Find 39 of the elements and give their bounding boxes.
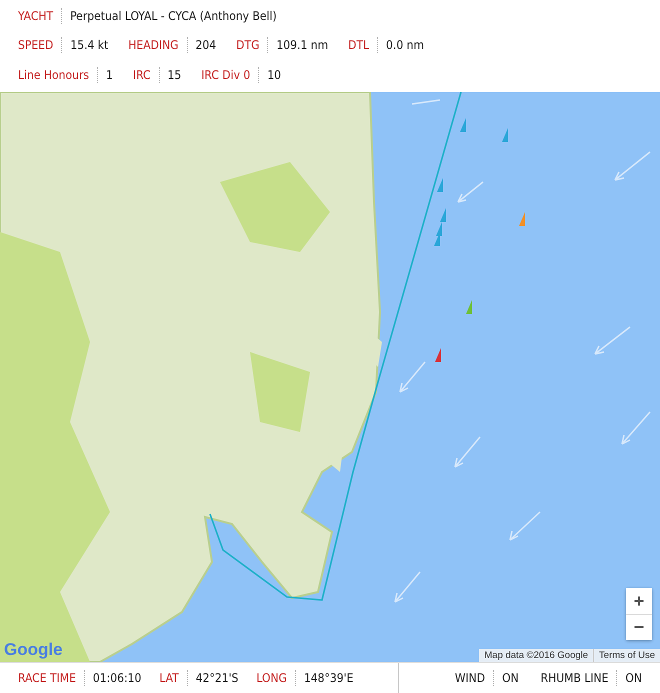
wind-arrow [454, 436, 481, 468]
terms-link[interactable]: Terms of Use [593, 649, 660, 662]
wind-arrow [509, 511, 541, 541]
field-label: IRC Div 0 [201, 68, 250, 82]
field-label: RACE TIME [18, 671, 76, 685]
wind-arrow [399, 361, 426, 393]
toggle-button[interactable]: ON [625, 671, 642, 685]
map-logo: Google [4, 640, 63, 660]
field-value: 42°21'S [196, 671, 238, 685]
field-value: 109.1 nm [276, 38, 328, 52]
field-value: 148°39'E [304, 671, 354, 685]
field-value: 0.0 nm [386, 38, 424, 52]
field-label: DTG [236, 38, 260, 52]
field-value: 10 [267, 68, 282, 82]
field-value: 15.4 kt [70, 38, 108, 52]
wind-arrow [621, 411, 651, 445]
toggle-label: RHUMB LINE [540, 671, 608, 685]
field-label: HEADING [128, 38, 179, 52]
field-value: 1 [106, 68, 113, 82]
field-label: SPEED [18, 38, 54, 52]
toggle-label: WIND [454, 671, 486, 685]
field-value: Perpetual LOYAL - CYCA (Anthony Bell) [70, 8, 277, 22]
map-attribution: Map data ©2016 Google [483, 649, 590, 662]
field-label: DTL [348, 38, 370, 52]
field-value: 15 [168, 68, 182, 82]
field-value: 204 [196, 38, 216, 52]
wind-arrow [457, 181, 484, 203]
field-label: IRC [132, 68, 151, 82]
zoom-out-button[interactable]: − [626, 614, 652, 640]
field-label: LAT [159, 671, 179, 685]
zoom-in-button[interactable]: + [626, 588, 652, 614]
field-label: LONG [256, 671, 287, 685]
field-label: Line Honours [18, 68, 90, 82]
wind-arrow [614, 151, 651, 181]
field-label: YACHT [18, 8, 54, 22]
wind-arrow [594, 326, 631, 355]
toggle-button[interactable]: ON [502, 671, 519, 685]
field-value: 01:06:10 [92, 671, 142, 685]
wind-arrow [394, 571, 421, 603]
